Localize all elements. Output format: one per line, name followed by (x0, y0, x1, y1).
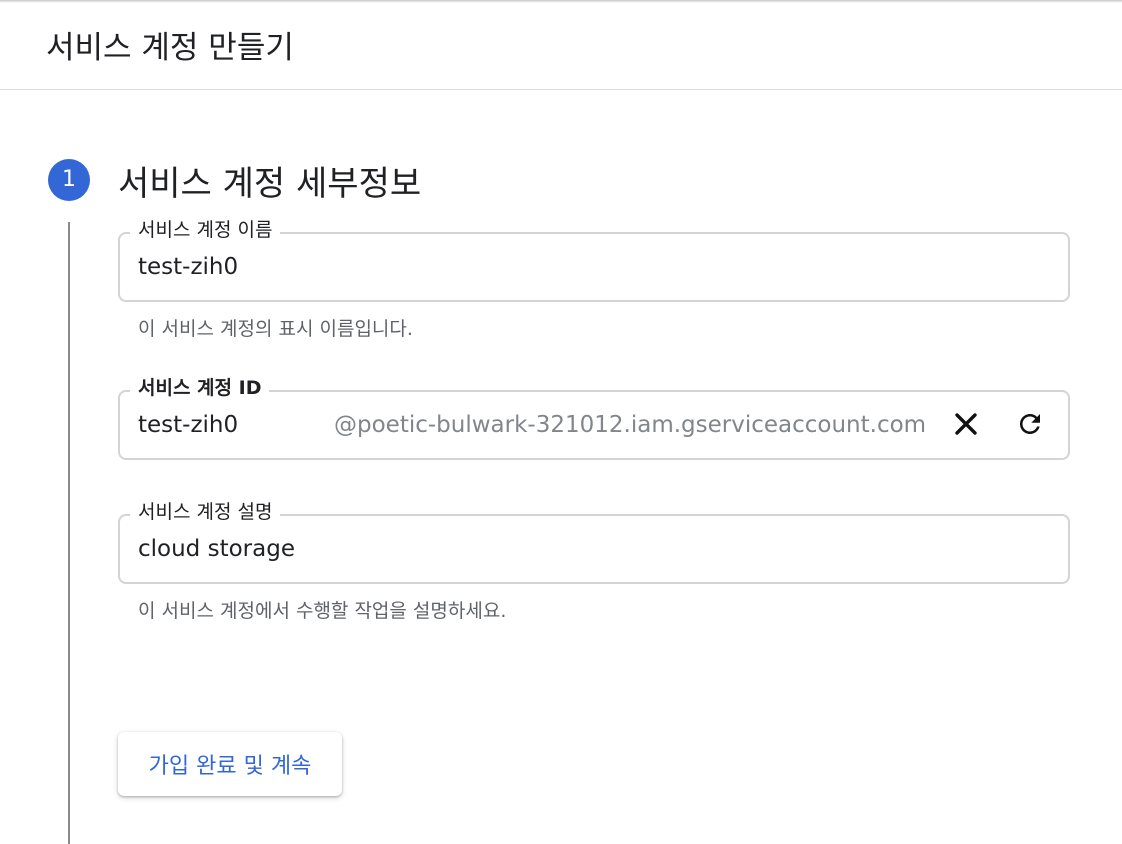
service-account-name-input[interactable]: test-zih0 (138, 252, 238, 282)
page-header: 서비스 계정 만들기 (0, 0, 1122, 90)
step-number-badge: 1 (48, 159, 90, 201)
step-title: 서비스 계정 세부정보 (118, 164, 422, 204)
service-account-description-helper: 이 서비스 계정에서 수행할 작업을 설명하세요. (138, 600, 507, 622)
service-account-name-field[interactable]: 서비스 계정 이름 test-zih0 (118, 217, 1070, 302)
close-icon[interactable] (948, 406, 984, 442)
page-title: 서비스 계정 만들기 (46, 30, 294, 66)
service-account-description-input[interactable]: cloud storage (138, 534, 295, 564)
service-account-id-input[interactable]: test-zih0 (138, 410, 238, 440)
service-account-id-label: 서비스 계정 ID (130, 375, 270, 401)
service-account-id-domain-suffix: @poetic-bulwark-321012.iam.gserviceaccou… (334, 412, 927, 438)
service-account-name-label: 서비스 계정 이름 (130, 217, 281, 243)
step-connector-line (68, 222, 70, 844)
service-account-description-label: 서비스 계정 설명 (130, 499, 281, 525)
create-service-account-page: 서비스 계정 만들기 1 서비스 계정 세부정보 서비스 계정 이름 test-… (0, 0, 1122, 844)
service-account-id-field[interactable]: 서비스 계정 ID test-zih0 @poetic-bulwark-3210… (118, 375, 1070, 460)
service-account-name-helper: 이 서비스 계정의 표시 이름입니다. (138, 318, 413, 340)
refresh-icon[interactable] (1012, 406, 1048, 442)
service-account-description-field[interactable]: 서비스 계정 설명 cloud storage (118, 499, 1070, 584)
complete-and-continue-button[interactable]: 가입 완료 및 계속 (118, 732, 342, 796)
